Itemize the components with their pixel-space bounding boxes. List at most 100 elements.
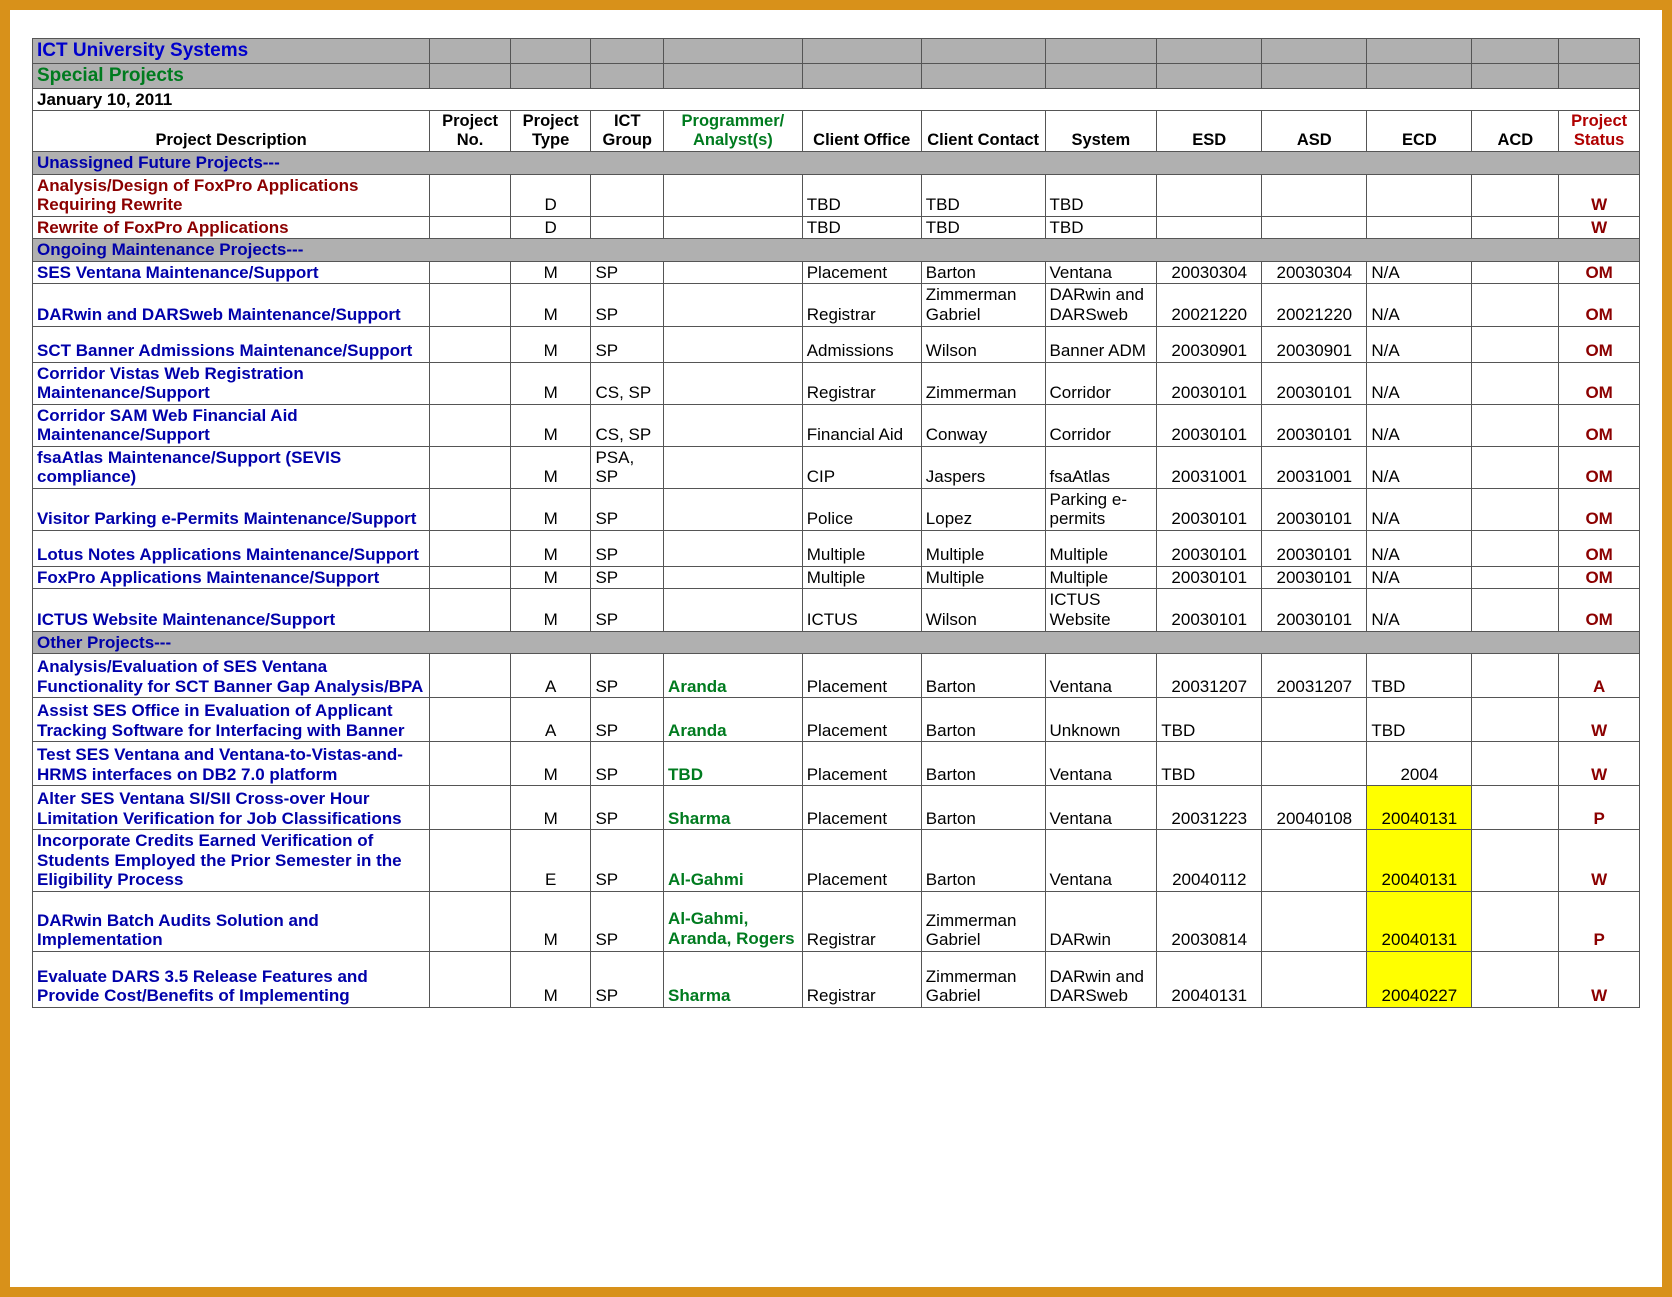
cell-office: TBD (802, 216, 921, 239)
cell-system: Unknown (1045, 698, 1157, 742)
cell-status: OM (1559, 362, 1640, 404)
cell-ecd: N/A (1367, 446, 1472, 488)
cell-system: TBD (1045, 216, 1157, 239)
cell-esd: 20030101 (1157, 488, 1262, 530)
section-label: Ongoing Maintenance Projects--- (33, 239, 1640, 262)
org-title: ICT University Systems (33, 39, 430, 64)
cell-asd: 20031207 (1262, 654, 1367, 698)
cell-contact: Zimmerman Gabriel (921, 891, 1045, 951)
cell-esd: 20030101 (1157, 589, 1262, 631)
table-row: Evaluate DARS 3.5 Release Features and P… (33, 951, 1640, 1007)
cell-group: SP (591, 589, 664, 631)
cell-contact: Lopez (921, 488, 1045, 530)
cell-status: OM (1559, 326, 1640, 362)
cell-asd: 20030101 (1262, 362, 1367, 404)
date-row: January 10, 2011 (33, 88, 1640, 111)
cell-contact: Jaspers (921, 446, 1045, 488)
section-other: Other Projects--- (33, 631, 1640, 654)
cell-group: SP (591, 891, 664, 951)
cell-office: Admissions (802, 326, 921, 362)
col-esd: ESD (1157, 111, 1262, 152)
col-office: Client Office (802, 111, 921, 152)
cell-desc: fsaAtlas Maintenance/Support (SEVIS comp… (33, 446, 430, 488)
section-unassigned: Unassigned Future Projects--- (33, 152, 1640, 175)
cell-group: CS, SP (591, 362, 664, 404)
cell-contact: Multiple (921, 530, 1045, 566)
table-row: SES Ventana Maintenance/Support M SP Pla… (33, 261, 1640, 284)
cell-status: W (1559, 951, 1640, 1007)
cell-status: A (1559, 654, 1640, 698)
cell-ecd: N/A (1367, 261, 1472, 284)
cell-type: M (510, 488, 591, 530)
table-row: Assist SES Office in Evaluation of Appli… (33, 698, 1640, 742)
cell-contact: TBD (921, 174, 1045, 216)
cell-prog: Sharma (664, 786, 803, 830)
cell-esd: 20031001 (1157, 446, 1262, 488)
table-row: DARwin and DARSweb Maintenance/Support M… (33, 284, 1640, 326)
cell-asd: 20030901 (1262, 326, 1367, 362)
cell-system: Parking e-permits (1045, 488, 1157, 530)
cell-type: M (510, 891, 591, 951)
cell-desc: Analysis/Evaluation of SES Ventana Funct… (33, 654, 430, 698)
cell-esd: 20040112 (1157, 830, 1262, 892)
cell-desc: Test SES Ventana and Ventana-to-Vistas-a… (33, 742, 430, 786)
cell-contact: Barton (921, 654, 1045, 698)
cell-asd: 20021220 (1262, 284, 1367, 326)
cell-desc: Incorporate Credits Earned Verification … (33, 830, 430, 892)
cell-type: M (510, 589, 591, 631)
table-row: Corridor SAM Web Financial Aid Maintenan… (33, 404, 1640, 446)
cell-esd: 20030101 (1157, 362, 1262, 404)
cell-desc: Assist SES Office in Evaluation of Appli… (33, 698, 430, 742)
cell-status: OM (1559, 566, 1640, 589)
cell-office: Registrar (802, 284, 921, 326)
cell-ecd: N/A (1367, 530, 1472, 566)
cell-desc: DARwin Batch Audits Solution and Impleme… (33, 891, 430, 951)
cell-esd: 20030814 (1157, 891, 1262, 951)
cell-status: P (1559, 786, 1640, 830)
table-row: Test SES Ventana and Ventana-to-Vistas-a… (33, 742, 1640, 786)
cell-type: M (510, 446, 591, 488)
cell-ecd: TBD (1367, 698, 1472, 742)
cell-desc: Lotus Notes Applications Maintenance/Sup… (33, 530, 430, 566)
cell-desc: Corridor Vistas Web Registration Mainten… (33, 362, 430, 404)
project-table: ICT University Systems Special Projects … (32, 38, 1640, 1008)
title-row-2: Special Projects (33, 63, 1640, 88)
cell-esd: TBD (1157, 742, 1262, 786)
cell-esd: 20030304 (1157, 261, 1262, 284)
cell-group: SP (591, 566, 664, 589)
cell-prog: Al-Gahmi (664, 830, 803, 892)
cell-system: DARwin (1045, 891, 1157, 951)
cell-ecd: N/A (1367, 488, 1472, 530)
cell-status: OM (1559, 404, 1640, 446)
cell-contact: Zimmerman Gabriel (921, 951, 1045, 1007)
cell-contact: Barton (921, 786, 1045, 830)
cell-group: SP (591, 654, 664, 698)
cell-group: SP (591, 488, 664, 530)
cell-status: W (1559, 216, 1640, 239)
cell-office: Placement (802, 786, 921, 830)
section-ongoing: Ongoing Maintenance Projects--- (33, 239, 1640, 262)
cell-system: DARwin and DARSweb (1045, 951, 1157, 1007)
cell-desc: Alter SES Ventana SI/SII Cross-over Hour… (33, 786, 430, 830)
cell-status: W (1559, 742, 1640, 786)
cell-prog: Sharma (664, 951, 803, 1007)
cell-office: Registrar (802, 362, 921, 404)
cell-desc: SCT Banner Admissions Maintenance/Suppor… (33, 326, 430, 362)
cell-system: DARwin and DARSweb (1045, 284, 1157, 326)
cell-status: W (1559, 174, 1640, 216)
cell-type: M (510, 530, 591, 566)
cell-system: Ventana (1045, 830, 1157, 892)
cell-type: M (510, 362, 591, 404)
cell-system: Ventana (1045, 742, 1157, 786)
cell-desc: SES Ventana Maintenance/Support (33, 261, 430, 284)
table-row: Alter SES Ventana SI/SII Cross-over Hour… (33, 786, 1640, 830)
title-row-1: ICT University Systems (33, 39, 1640, 64)
col-system: System (1045, 111, 1157, 152)
cell-type: A (510, 654, 591, 698)
cell-contact: Barton (921, 698, 1045, 742)
cell-group: SP (591, 284, 664, 326)
cell-ecd: 20040131 (1367, 891, 1472, 951)
col-status: Project Status (1559, 111, 1640, 152)
cell-type: M (510, 566, 591, 589)
section-label: Other Projects--- (33, 631, 1640, 654)
